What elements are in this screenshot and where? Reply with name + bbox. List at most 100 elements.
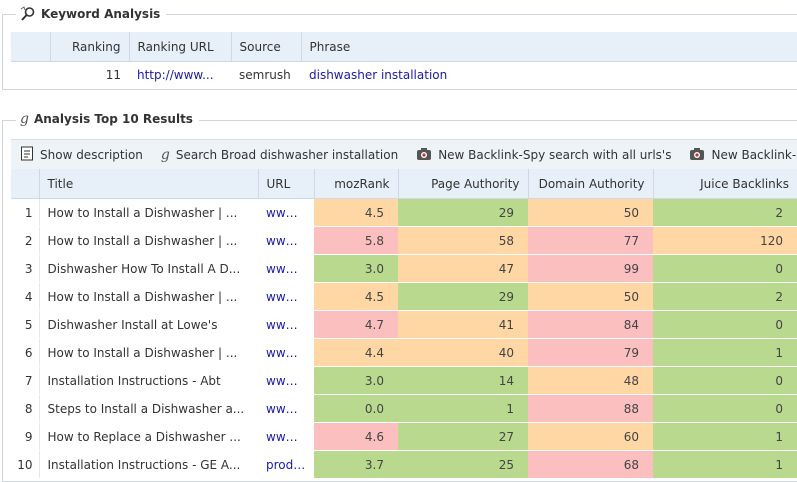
camera-icon: [416, 147, 432, 164]
row-url[interactable]: www....: [258, 422, 314, 451]
row-domain-authority: 50: [528, 282, 653, 311]
keyword-analysis-title: Keyword Analysis: [41, 7, 161, 21]
table-row[interactable]: 10 Installation Instructions - GE A... pro…: [11, 450, 797, 479]
row-title[interactable]: How to Install a Dishwasher | ...: [38, 338, 258, 367]
row-index: 6: [11, 338, 39, 367]
row-mozrank: 3.0: [314, 366, 398, 395]
camera-icon: [689, 147, 705, 164]
res-col-mozrank[interactable]: mozRank: [314, 169, 399, 199]
row-title[interactable]: How to Install a Dishwasher | ...: [38, 226, 258, 255]
kw-col-ranking[interactable]: Ranking: [50, 32, 130, 62]
res-col-page-authority[interactable]: Page Authority: [398, 169, 529, 199]
row-domain-authority: 48: [528, 366, 653, 395]
kw-row[interactable]: 11 http://www... semrush dishwasher inst…: [11, 62, 797, 89]
kw-col-blank: [11, 32, 51, 62]
res-col-title[interactable]: Title: [39, 169, 259, 199]
table-row[interactable]: 4 How to Install a Dishwasher | ... www...…: [11, 282, 797, 311]
row-page-authority: 25: [398, 450, 528, 479]
kw-col-ranking-url[interactable]: Ranking URL: [129, 32, 232, 62]
row-juice-backlinks: 0: [653, 254, 797, 283]
row-url[interactable]: www....: [258, 338, 314, 367]
kw-phrase[interactable]: dishwasher installation: [301, 62, 797, 89]
keyword-table: Ranking Ranking URL Source Phrase 11 htt…: [11, 32, 797, 88]
kw-col-source[interactable]: Source: [231, 32, 302, 62]
backlink-spy-next-label: New Backlink-S: [711, 148, 797, 162]
backlink-spy-all-label: New Backlink-Spy search with all urls's: [438, 148, 672, 162]
row-page-authority: 1: [398, 394, 528, 423]
row-index: 8: [11, 394, 39, 423]
results-table: Title URL mozRank Page Authority Domain …: [11, 169, 797, 479]
row-page-authority: 27: [398, 422, 528, 451]
row-mozrank: 4.4: [314, 338, 398, 367]
row-index: 5: [11, 310, 39, 339]
row-juice-backlinks: 0: [653, 394, 797, 423]
row-title[interactable]: Installation Instructions - Abt: [38, 366, 258, 395]
res-col-url[interactable]: URL: [258, 169, 315, 199]
row-mozrank: 4.6: [314, 422, 398, 451]
row-url[interactable]: www....: [258, 254, 314, 283]
row-page-authority: 14: [398, 366, 528, 395]
table-row[interactable]: 6 How to Install a Dishwasher | ... www...…: [11, 338, 797, 367]
row-title[interactable]: How to Replace a Dishwasher ...: [38, 422, 258, 451]
table-row[interactable]: 7 Installation Instructions - Abt www.... 3…: [11, 366, 797, 395]
row-title[interactable]: Dishwasher How To Install A D...: [38, 254, 258, 283]
row-domain-authority: 60: [528, 422, 653, 451]
row-mozrank: 4.7: [314, 310, 398, 339]
row-title[interactable]: How to Install a Dishwasher | ...: [38, 198, 258, 227]
row-mozrank: 3.0: [314, 254, 398, 283]
document-icon: [20, 146, 34, 164]
row-title[interactable]: How to Install a Dishwasher | ...: [38, 282, 258, 311]
results-toolbar: Show description g Search Broad dishwash…: [11, 139, 797, 170]
table-row[interactable]: 2 How to Install a Dishwasher | ... www...…: [11, 226, 797, 255]
kw-ranking: 11: [105, 68, 121, 82]
row-domain-authority: 77: [528, 226, 653, 255]
row-url[interactable]: www....: [258, 366, 314, 395]
row-index: 1: [11, 198, 39, 227]
kw-source: semrush: [239, 68, 291, 82]
row-juice-backlinks: 1: [653, 338, 797, 367]
search-broad-button[interactable]: g Search Broad dishwasher installation: [152, 140, 407, 170]
row-index: 2: [11, 226, 39, 255]
table-row[interactable]: 1 How to Install a Dishwasher | ... www...…: [11, 198, 797, 227]
table-row[interactable]: 3 Dishwasher How To Install A D... www....…: [11, 254, 797, 283]
row-url[interactable]: www....: [258, 394, 314, 423]
backlink-spy-all-button[interactable]: New Backlink-Spy search with all urls's: [407, 140, 680, 170]
table-row[interactable]: 5 Dishwasher Install at Lowe's www.l... 4.7…: [11, 310, 797, 339]
row-index: 7: [11, 366, 39, 395]
kw-col-phrase[interactable]: Phrase: [301, 32, 797, 62]
res-col-domain-authority[interactable]: Domain Authority: [528, 169, 654, 199]
res-col-juice-backlinks[interactable]: Juice Backlinks: [653, 169, 797, 199]
row-juice-backlinks: 0: [653, 310, 797, 339]
row-mozrank: 4.5: [314, 282, 398, 311]
table-row[interactable]: 9 How to Replace a Dishwasher ... www.... 4…: [11, 422, 797, 451]
row-page-authority: 29: [398, 282, 528, 311]
row-url[interactable]: www....: [258, 198, 314, 227]
row-url[interactable]: www....: [258, 226, 314, 255]
row-juice-backlinks: 2: [653, 282, 797, 311]
show-description-button[interactable]: Show description: [11, 140, 152, 170]
keyword-analysis-icon: [20, 6, 36, 22]
table-row[interactable]: 8 Steps to Install a Dishwasher a... www..…: [11, 394, 797, 423]
row-url[interactable]: www....: [258, 282, 314, 311]
row-index: 3: [11, 254, 39, 283]
row-url[interactable]: produ...: [258, 450, 314, 479]
row-mozrank: 4.5: [314, 198, 398, 227]
row-title[interactable]: Steps to Install a Dishwasher a...: [38, 394, 258, 423]
row-domain-authority: 88: [528, 394, 653, 423]
row-title[interactable]: Installation Instructions - GE A...: [38, 450, 258, 479]
show-description-label: Show description: [40, 148, 143, 162]
backlink-spy-next-button[interactable]: New Backlink-S: [680, 140, 797, 170]
row-juice-backlinks: 1: [653, 450, 797, 479]
top10-title: Analysis Top 10 Results: [33, 112, 193, 126]
res-col-index: [11, 169, 40, 199]
row-domain-authority: 68: [528, 450, 653, 479]
kw-ranking-url[interactable]: http://www...: [129, 62, 231, 89]
row-title[interactable]: Dishwasher Install at Lowe's: [38, 310, 258, 339]
row-url[interactable]: www.l...: [258, 310, 314, 339]
row-page-authority: 58: [398, 226, 528, 255]
row-index: 9: [11, 422, 39, 451]
row-mozrank: 0.0: [314, 394, 398, 423]
top10-legend: g Analysis Top 10 Results: [16, 112, 199, 126]
row-index: 4: [11, 282, 39, 311]
row-juice-backlinks: 1: [653, 422, 797, 451]
